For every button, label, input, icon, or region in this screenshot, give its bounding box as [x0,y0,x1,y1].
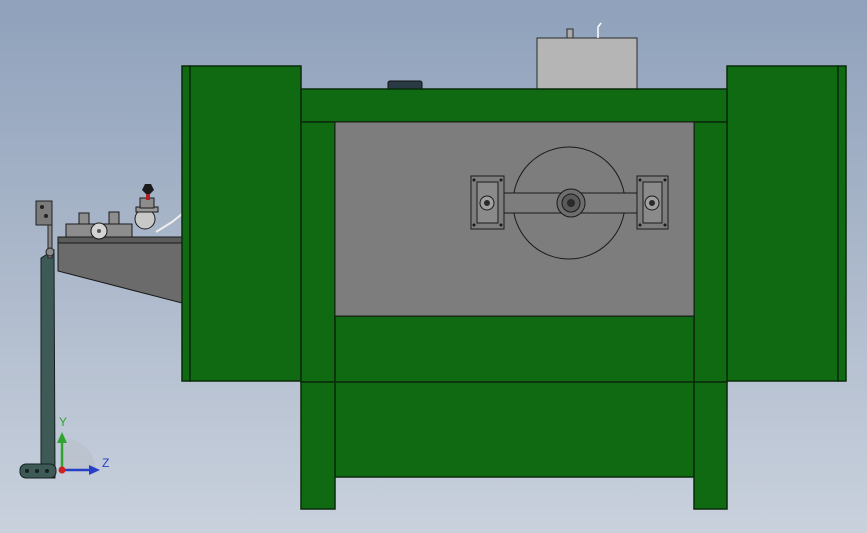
right-side-cover[interactable] [726,65,847,382]
stand-bracket [35,200,53,226]
right-post [693,121,728,383]
z-axis-label: Z [102,456,110,470]
machine-drawing [19,22,847,510]
middle-panel [334,315,695,383]
left-side-cover[interactable] [181,65,302,382]
motor-box[interactable] [536,22,638,90]
feeder-chute[interactable] [57,184,183,304]
left-leg [300,381,336,510]
left-post [300,121,336,383]
coordinate-triad [57,432,100,475]
y-axis-label: Y [59,415,68,429]
origin-dot [58,466,66,474]
cad-viewport[interactable]: Y Z [0,0,867,533]
adjust-knob-icon [142,184,154,194]
lower-panel [334,381,695,478]
right-leg [693,381,728,510]
stand-leg [40,249,56,479]
top-beam [300,88,728,123]
feeder-stand[interactable] [19,200,57,479]
guide-wire [155,213,183,233]
